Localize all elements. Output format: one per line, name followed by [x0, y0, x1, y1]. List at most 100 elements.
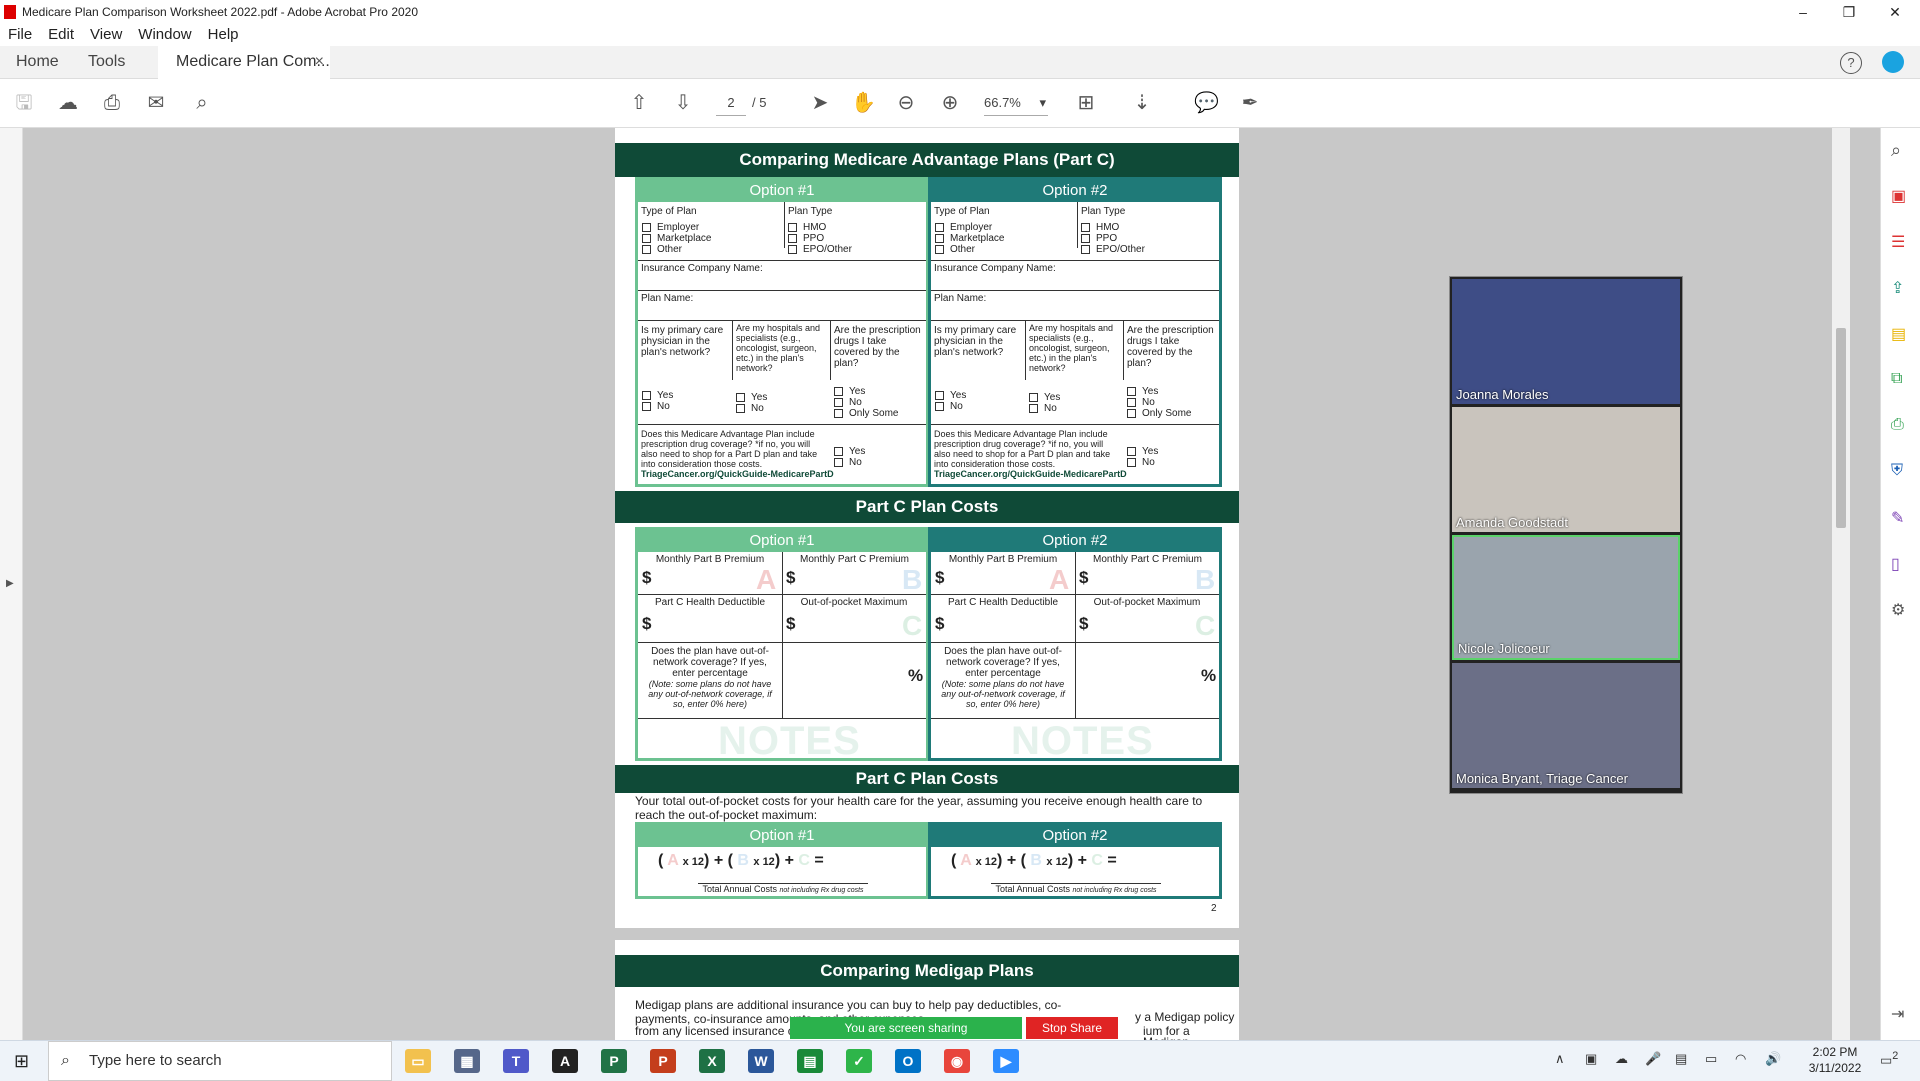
powerpoint-icon[interactable]: P	[650, 1049, 676, 1073]
tray-meet-icon[interactable]: ▣	[1585, 1051, 1597, 1067]
zoom-in-icon[interactable]: ⊕	[938, 91, 962, 115]
menu-help[interactable]: Help	[200, 24, 247, 46]
checkbox-no[interactable]	[834, 457, 843, 467]
outlook-icon[interactable]: O	[895, 1049, 921, 1073]
checkbox-yes[interactable]	[834, 386, 843, 396]
checkbox-other[interactable]	[935, 244, 944, 254]
menu-window[interactable]: Window	[130, 24, 199, 46]
checkbox-employer[interactable]	[642, 222, 651, 232]
scroll-mode-icon[interactable]: ⇣	[1130, 91, 1154, 115]
checkmark-app-icon[interactable]: ✓	[846, 1049, 872, 1073]
file-explorer-icon[interactable]: ▭	[405, 1049, 431, 1073]
close-window-button[interactable]: ✕	[1872, 0, 1918, 24]
page-number-input[interactable]: 2	[716, 91, 746, 116]
acrobat-taskbar-icon[interactable]: A	[552, 1049, 578, 1073]
checkbox-no[interactable]	[834, 397, 843, 407]
left-nav-strip[interactable]: ▶	[0, 128, 23, 1040]
fill-sign-icon[interactable]: ✎	[1891, 508, 1904, 528]
page-down-icon[interactable]: ⇩	[671, 91, 695, 115]
create-pdf-icon[interactable]: ▣	[1891, 186, 1906, 206]
checkbox-yes[interactable]	[1029, 392, 1038, 402]
excel-icon[interactable]: X	[699, 1049, 725, 1073]
tray-chevron-up-icon[interactable]: ∧	[1555, 1051, 1565, 1067]
insurance-company-field[interactable]: Insurance Company Name:	[931, 260, 1219, 290]
comment-tool-icon[interactable]: ▤	[1891, 324, 1906, 344]
protect-shield-icon[interactable]: ⛨	[1891, 462, 1903, 480]
participant-video[interactable]: Amanda Goodstadt	[1452, 407, 1680, 532]
checkbox-only-some[interactable]	[834, 408, 843, 418]
checkbox-marketplace[interactable]	[935, 233, 944, 243]
publisher-icon[interactable]: P	[601, 1049, 627, 1073]
print-icon[interactable]: ⎙	[100, 91, 124, 115]
oon-answer[interactable]	[782, 642, 926, 718]
checkbox-yes[interactable]	[1127, 386, 1136, 396]
save-icon[interactable]: 🖫	[12, 91, 36, 115]
checkbox-ppo[interactable]	[788, 233, 797, 243]
maximize-button[interactable]: ❐	[1826, 0, 1872, 24]
tab-home[interactable]: Home	[16, 46, 59, 78]
insurance-company-field[interactable]: Insurance Company Name:	[638, 260, 926, 290]
tray-network-adapter-icon[interactable]: ▤	[1675, 1051, 1687, 1067]
checkbox-ppo[interactable]	[1081, 233, 1090, 243]
account-avatar[interactable]	[1882, 51, 1904, 73]
checkbox-epo[interactable]	[1081, 244, 1090, 254]
tab-document[interactable]: Medicare Plan Com... ×	[158, 46, 330, 79]
participant-video-active[interactable]: Nicole Jolicoeur	[1452, 535, 1680, 660]
email-icon[interactable]: ✉	[144, 91, 168, 115]
teams-icon[interactable]: T	[503, 1049, 529, 1073]
checkbox-no[interactable]	[1029, 403, 1038, 413]
tab-tools[interactable]: Tools	[88, 46, 125, 78]
expand-left-icon[interactable]: ▶	[6, 578, 14, 589]
word-icon[interactable]: W	[748, 1049, 774, 1073]
checkbox-only-some[interactable]	[1127, 408, 1136, 418]
checkbox-marketplace[interactable]	[642, 233, 651, 243]
checkbox-no[interactable]	[1127, 457, 1136, 467]
oon-answer[interactable]	[1075, 642, 1219, 718]
select-cursor-icon[interactable]: ➤	[808, 91, 832, 115]
tray-wifi-icon[interactable]: ◠	[1735, 1051, 1746, 1067]
upload-cloud-icon[interactable]: ☁	[56, 91, 80, 115]
zoom-level-select[interactable]: 66.7% ▾	[984, 91, 1048, 116]
zoom-search-icon[interactable]: ⌕	[1891, 140, 1901, 161]
tray-mic-icon[interactable]: 🎤	[1645, 1051, 1661, 1067]
checkbox-other[interactable]	[642, 244, 651, 254]
clock[interactable]: 2:02 PM 3/11/2022	[1800, 1044, 1870, 1076]
chat-icon[interactable]: ▤	[797, 1049, 823, 1073]
scan-ocr-icon[interactable]: ⎙	[1891, 416, 1904, 434]
checkbox-yes[interactable]	[935, 390, 944, 400]
checkbox-epo[interactable]	[788, 244, 797, 254]
participant-video[interactable]: Monica Bryant, Triage Cancer	[1452, 663, 1680, 788]
checkbox-yes[interactable]	[736, 392, 745, 402]
checkbox-yes[interactable]	[834, 446, 843, 456]
checkbox-hmo[interactable]	[788, 222, 797, 232]
tab-close-icon[interactable]: ×	[315, 46, 324, 78]
menu-file[interactable]: File	[0, 24, 40, 46]
minimize-button[interactable]: –	[1780, 0, 1826, 24]
tray-battery-icon[interactable]: ▭	[1705, 1051, 1717, 1067]
hand-tool-icon[interactable]: ✋	[851, 91, 876, 115]
vertical-scrollbar[interactable]	[1832, 128, 1850, 1040]
notifications-icon[interactable]: ▭2	[1880, 1050, 1898, 1068]
checkbox-yes[interactable]	[1127, 446, 1136, 456]
combine-files-icon[interactable]: ⧉	[1891, 370, 1902, 388]
windows-start-icon[interactable]: ⊞	[14, 1051, 29, 1072]
checkbox-yes[interactable]	[642, 390, 651, 400]
organize-pages-icon[interactable]: ☰	[1891, 232, 1905, 252]
search-icon[interactable]: ⌕	[190, 91, 214, 115]
checkbox-no[interactable]	[935, 401, 944, 411]
plan-name-field[interactable]: Plan Name:	[931, 290, 1219, 320]
scrollbar-thumb[interactable]	[1836, 328, 1846, 528]
taskbar-search-box[interactable]: ⌕ Type here to search	[48, 1041, 392, 1081]
comment-icon[interactable]: 💬	[1194, 91, 1219, 115]
collapse-pane-icon[interactable]: ⇥	[1891, 1004, 1904, 1024]
calculator-icon[interactable]: ▦	[454, 1049, 480, 1073]
partd-link[interactable]: TriageCancer.org/QuickGuide-MedicarePart…	[641, 469, 923, 479]
participant-video[interactable]: Joanna Morales	[1452, 279, 1680, 404]
checkbox-no[interactable]	[642, 401, 651, 411]
document-workspace[interactable]: Comparing Medicare Advantage Plans (Part…	[0, 128, 1880, 1040]
chrome-icon[interactable]: ◉	[944, 1049, 970, 1073]
zoom-icon[interactable]: ▶	[993, 1049, 1019, 1073]
edit-pdf-icon[interactable]: ▯	[1891, 554, 1900, 574]
tray-volume-icon[interactable]: 🔊	[1765, 1051, 1781, 1067]
more-tools-icon[interactable]: ⚙	[1891, 600, 1905, 620]
